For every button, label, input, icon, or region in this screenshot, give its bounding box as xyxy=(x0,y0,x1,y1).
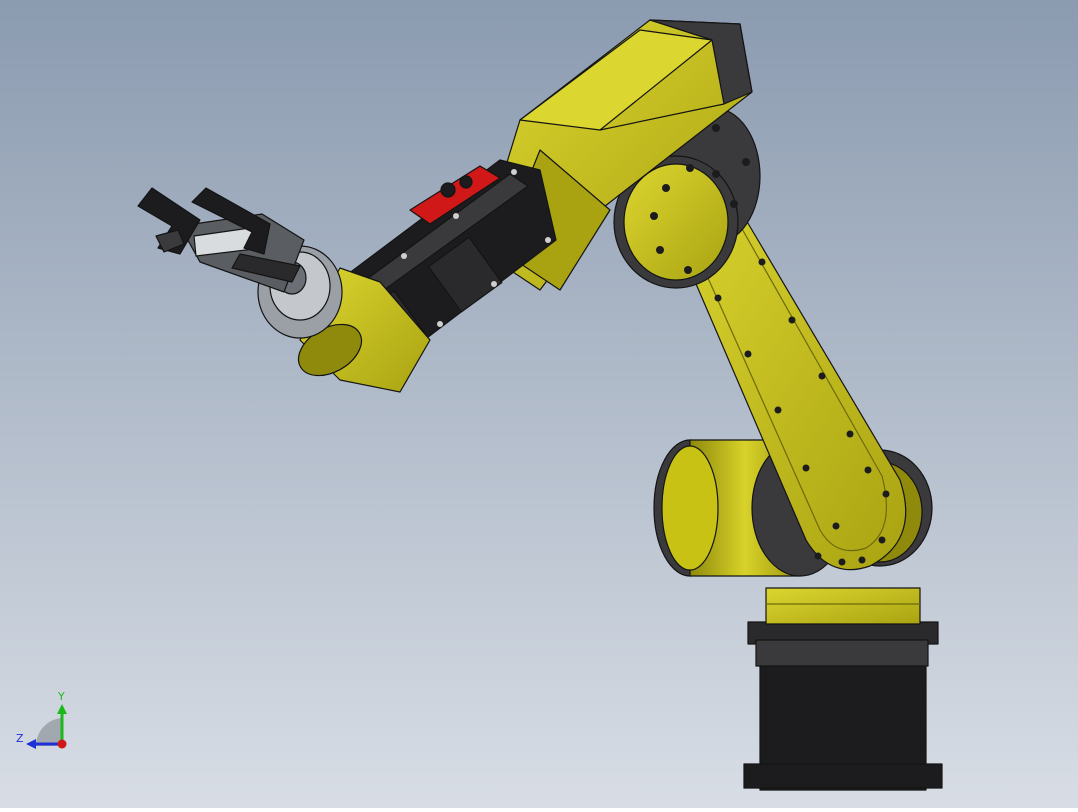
robot-base[interactable] xyxy=(743,587,943,791)
x-axis-dot xyxy=(57,739,67,749)
viewport-canvas[interactable]: Y Z xyxy=(0,0,1078,808)
cad-3d-viewport[interactable]: Y Z xyxy=(0,0,1078,808)
y-axis-label: Y xyxy=(57,690,65,703)
z-axis-label: Z xyxy=(16,732,24,745)
